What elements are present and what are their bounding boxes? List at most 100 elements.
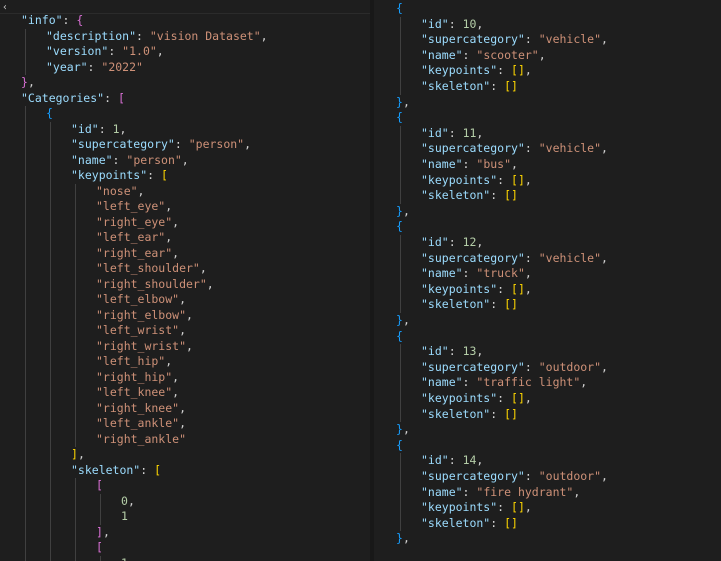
- code-line[interactable]: "right_ankle": [96, 432, 186, 447]
- code-token: ,: [137, 183, 145, 198]
- code-line[interactable]: "left_elbow",: [96, 292, 186, 307]
- code-line[interactable]: "supercategory": "vehicle",: [421, 141, 608, 156]
- code-line[interactable]: "skeleton": []: [421, 79, 518, 94]
- code-line[interactable]: },: [396, 95, 410, 110]
- code-line[interactable]: "left_hip",: [96, 354, 172, 369]
- code-line[interactable]: "right_hip",: [96, 370, 179, 385]
- code-line[interactable]: "supercategory": "outdoor",: [421, 469, 608, 484]
- code-line[interactable]: "left_eye",: [96, 199, 172, 214]
- code-line[interactable]: 1: [121, 509, 128, 524]
- code-line[interactable]: "id": 10,: [421, 17, 483, 32]
- code-token: []: [511, 391, 525, 405]
- code-line[interactable]: "name": "truck",: [421, 266, 532, 281]
- code-token: "left_hip": [96, 354, 166, 368]
- code-token: "left_shoulder": [96, 261, 200, 275]
- code-token: "skeleton": [71, 462, 141, 477]
- code-line[interactable]: "keypoints": [],: [421, 391, 532, 406]
- indent-guide: [400, 344, 401, 423]
- code-line[interactable]: "left_wrist",: [96, 323, 186, 338]
- code-line[interactable]: "supercategory": "vehicle",: [421, 32, 608, 47]
- code-token: ,: [580, 375, 588, 390]
- code-line[interactable]: {: [46, 106, 53, 121]
- code-line[interactable]: "left_ear",: [96, 230, 172, 245]
- code-line[interactable]: "name": "fire hydrant",: [421, 485, 580, 500]
- code-line[interactable]: "id": 1,: [71, 122, 126, 137]
- right-editor-pane[interactable]: {"id": 10, "supercategory": "vehicle", "na…: [374, 0, 721, 561]
- code-line[interactable]: "name": "bus",: [421, 157, 518, 172]
- code-line[interactable]: "skeleton": []: [421, 407, 518, 422]
- code-token: :: [524, 359, 539, 374]
- code-line[interactable]: "id": 11,: [421, 126, 483, 141]
- code-line[interactable]: [: [96, 540, 103, 555]
- code-token: ,: [511, 157, 518, 171]
- indent-guide: [100, 555, 101, 561]
- code-line[interactable]: "left_knee",: [96, 385, 179, 400]
- code-token: ,: [102, 524, 110, 539]
- code-line[interactable]: "Categories": [: [21, 91, 125, 106]
- code-line[interactable]: "version": "1.0",: [46, 44, 164, 59]
- code-token: ,: [524, 281, 532, 296]
- code-line[interactable]: "description": "vision Dataset",: [46, 29, 268, 44]
- code-line[interactable]: },: [396, 204, 410, 219]
- code-line[interactable]: [: [96, 478, 103, 493]
- code-line[interactable]: "supercategory": "vehicle",: [421, 251, 608, 266]
- code-line[interactable]: "id": 12,: [421, 235, 483, 250]
- code-token: ,: [524, 500, 532, 515]
- code-line[interactable]: {: [396, 329, 403, 344]
- code-line[interactable]: },: [21, 75, 35, 90]
- code-line[interactable]: "keypoints": [],: [421, 282, 532, 297]
- code-line[interactable]: "id": 13,: [421, 344, 483, 359]
- code-line[interactable]: ],: [96, 525, 110, 540]
- code-line[interactable]: {: [396, 110, 403, 125]
- code-line[interactable]: },: [396, 313, 410, 328]
- code-line[interactable]: 1,: [121, 556, 135, 561]
- code-line[interactable]: "skeleton": []: [421, 188, 518, 203]
- code-line[interactable]: "keypoints": [],: [421, 63, 532, 78]
- code-line[interactable]: "keypoints": [: [71, 168, 168, 183]
- code-token: "right_shoulder": [96, 276, 207, 291]
- code-line[interactable]: {: [396, 438, 403, 453]
- code-token: "name": [71, 152, 113, 167]
- code-token: ,: [573, 484, 581, 499]
- code-token: :: [497, 391, 512, 405]
- code-line[interactable]: "left_ankle",: [96, 416, 186, 431]
- code-line[interactable]: "keypoints": [],: [421, 500, 532, 515]
- code-token: "1.0": [122, 44, 157, 58]
- code-line[interactable]: "supercategory": "outdoor",: [421, 360, 608, 375]
- code-token: ,: [601, 469, 608, 483]
- code-line[interactable]: "nose",: [96, 184, 144, 199]
- code-token: "left_ear": [96, 230, 166, 244]
- fold-chevron-icon[interactable]: ‹: [2, 2, 8, 13]
- code-token: "right_knee": [96, 400, 180, 415]
- code-line[interactable]: "id": 14,: [421, 453, 483, 468]
- code-line[interactable]: "name": "person",: [71, 153, 189, 168]
- left-editor-pane[interactable]: ‹ "info": {"description": "vision Datase…: [0, 0, 370, 561]
- code-line[interactable]: "skeleton": []: [421, 516, 518, 531]
- code-line[interactable]: "skeleton": []: [421, 297, 518, 312]
- code-line[interactable]: "right_elbow",: [96, 308, 193, 323]
- code-line[interactable]: },: [396, 422, 410, 437]
- code-line[interactable]: 0,: [121, 494, 135, 509]
- code-line[interactable]: "keypoints": [],: [421, 173, 532, 188]
- code-line[interactable]: "left_shoulder",: [96, 261, 207, 276]
- code-line[interactable]: "info": {: [21, 13, 83, 28]
- code-line[interactable]: {: [396, 1, 403, 16]
- code-line[interactable]: "supercategory": "person",: [71, 137, 251, 152]
- code-line[interactable]: "right_shoulder",: [96, 277, 214, 292]
- code-line[interactable]: "year": "2022": [46, 60, 143, 75]
- code-token: "left_elbow": [96, 292, 180, 306]
- indent-guide: [75, 478, 76, 561]
- code-line[interactable]: },: [396, 531, 410, 546]
- code-line[interactable]: "right_eye",: [96, 215, 179, 230]
- code-line[interactable]: {: [396, 219, 403, 234]
- code-token: :: [497, 172, 512, 187]
- code-line[interactable]: ],: [71, 447, 85, 462]
- code-line[interactable]: "right_knee",: [96, 401, 186, 416]
- code-line[interactable]: "right_wrist",: [96, 339, 193, 354]
- code-line[interactable]: "name": "traffic light",: [421, 375, 587, 390]
- code-token: {: [46, 106, 53, 120]
- code-line[interactable]: "right_ear",: [96, 246, 179, 261]
- code-line[interactable]: "name": "scooter",: [421, 48, 546, 63]
- code-token: []: [504, 406, 518, 421]
- code-line[interactable]: "skeleton": [: [71, 463, 161, 478]
